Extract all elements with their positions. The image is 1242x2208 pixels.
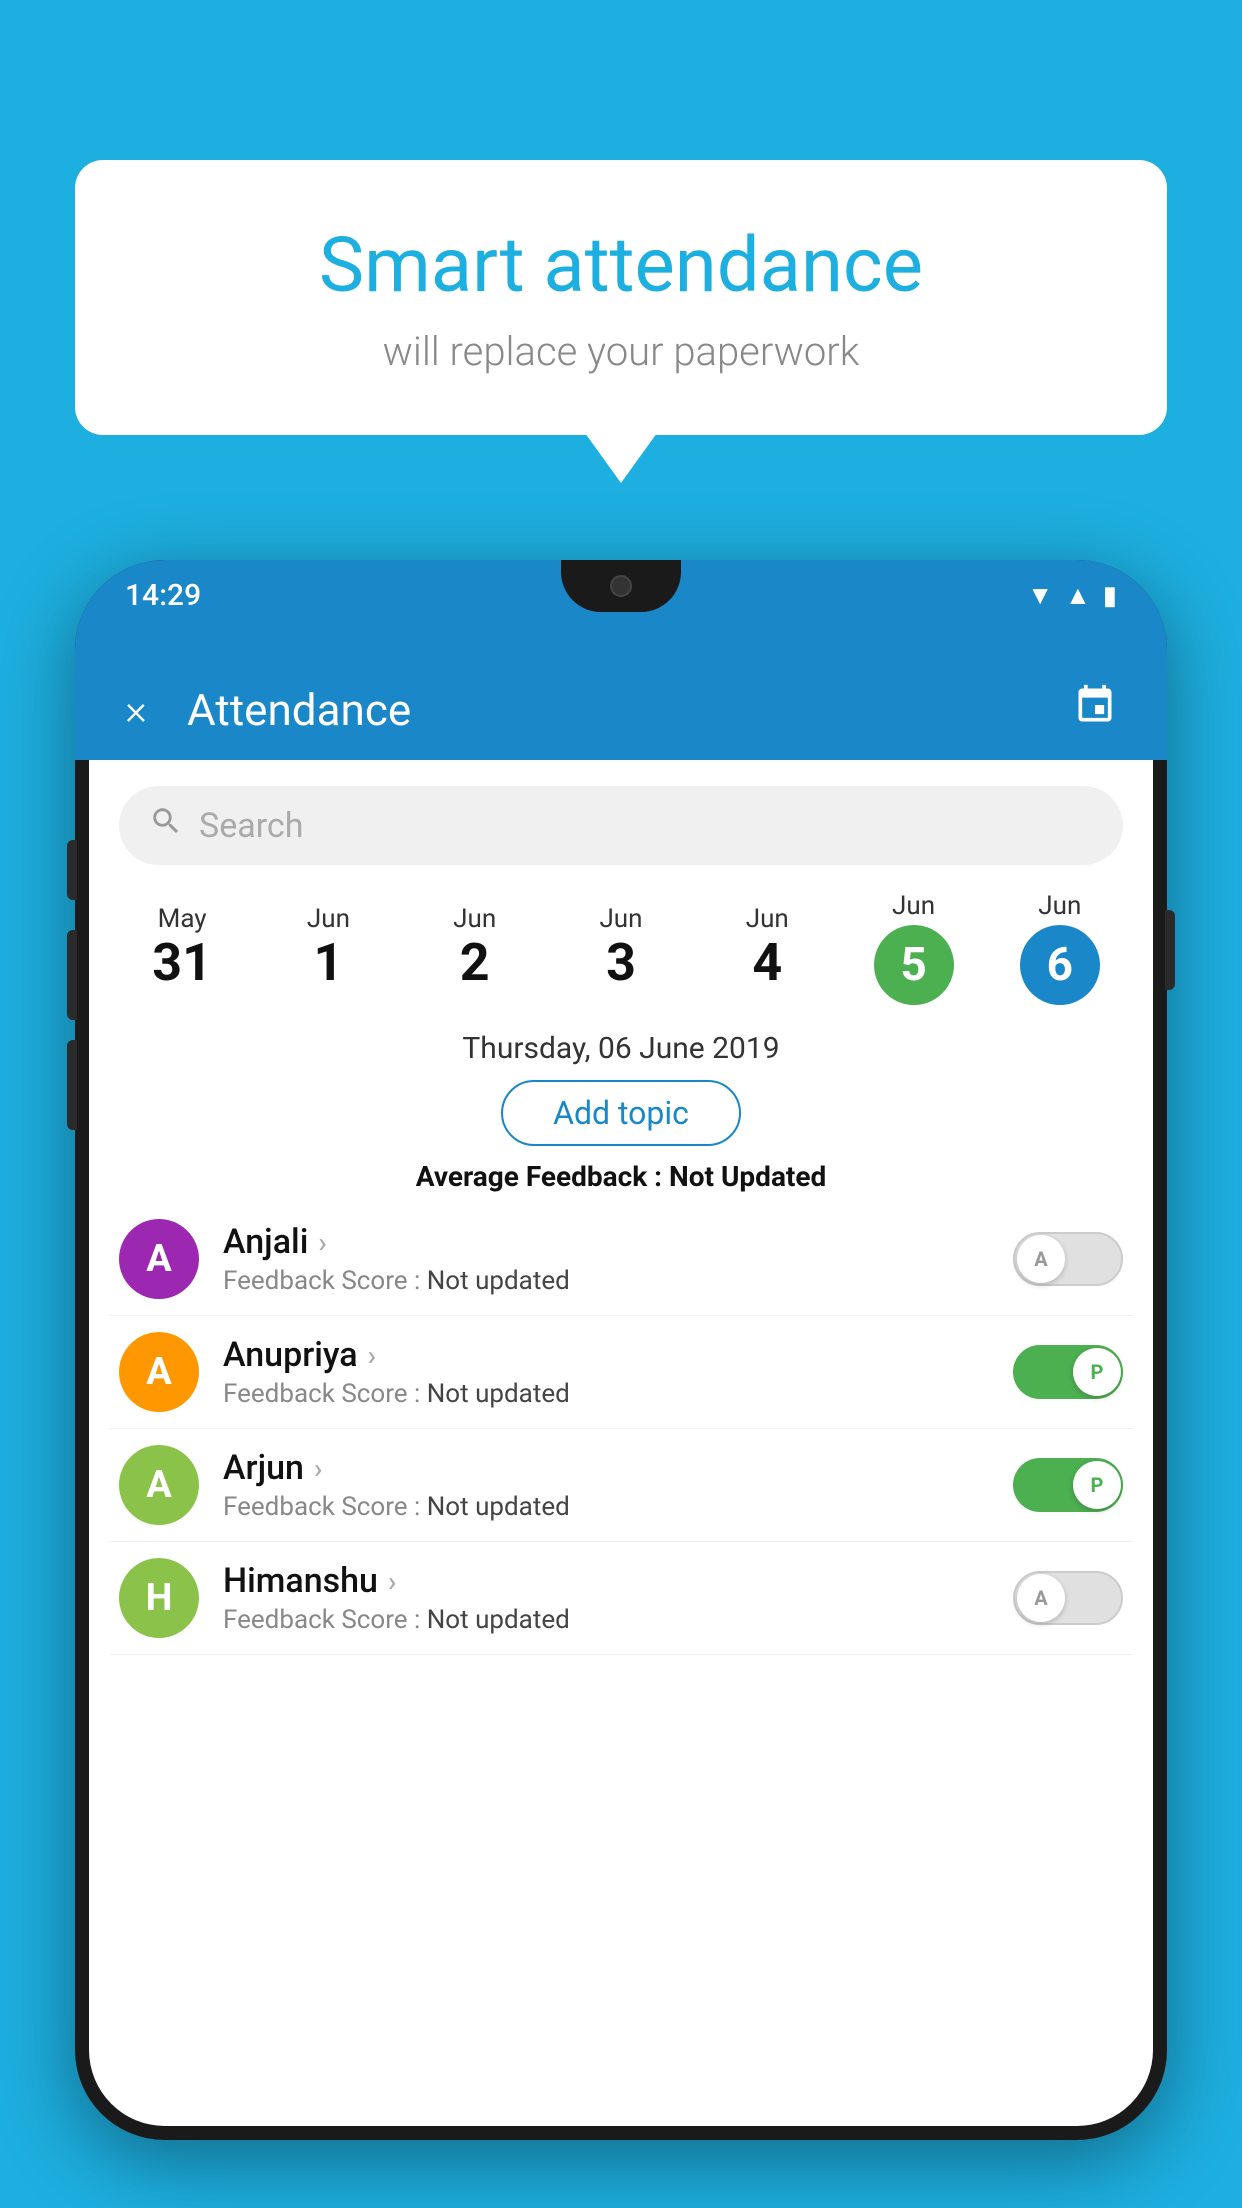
phone-screen: Search May 31 Jun 1 Jun 2 bbox=[89, 760, 1153, 2126]
app-header: × Attendance bbox=[75, 660, 1167, 760]
student-item[interactable]: A Anupriya › Feedback Score : Not update… bbox=[109, 1316, 1133, 1429]
battery-icon: ▮ bbox=[1103, 581, 1117, 611]
student-info: Arjun › Feedback Score : Not updated bbox=[223, 1448, 1013, 1522]
close-button[interactable]: × bbox=[125, 686, 147, 735]
student-name: Anupriya › bbox=[223, 1335, 1013, 1375]
camera-dot bbox=[610, 575, 632, 597]
header-title: Attendance bbox=[187, 684, 1073, 736]
student-name: Himanshu › bbox=[223, 1561, 1013, 1601]
wifi-icon: ▼ bbox=[1027, 580, 1053, 611]
phone-frame: 14:29 ▼ ▲ ▮ × Attendance bbox=[75, 560, 1167, 2140]
student-feedback: Feedback Score : Not updated bbox=[223, 1379, 1013, 1409]
student-info: Himanshu › Feedback Score : Not updated bbox=[223, 1561, 1013, 1635]
speech-bubble: Smart attendance will replace your paper… bbox=[75, 160, 1167, 435]
search-placeholder: Search bbox=[199, 806, 303, 846]
silent-button bbox=[67, 1040, 77, 1130]
volume-down-button bbox=[67, 930, 77, 1020]
student-name: Arjun › bbox=[223, 1448, 1013, 1488]
date-cell-jun6[interactable]: Jun 6 bbox=[987, 891, 1133, 1005]
student-info: Anjali › Feedback Score : Not updated bbox=[223, 1222, 1013, 1296]
notch-cutout bbox=[561, 560, 681, 612]
date-cell-jun3[interactable]: Jun 3 bbox=[548, 904, 694, 991]
student-item[interactable]: A Anjali › Feedback Score : Not updated … bbox=[109, 1203, 1133, 1316]
chevron-right-icon: › bbox=[314, 1452, 322, 1485]
attendance-toggle[interactable]: P bbox=[1013, 1458, 1123, 1512]
chevron-right-icon: › bbox=[318, 1226, 326, 1259]
calendar-icon[interactable] bbox=[1073, 683, 1117, 737]
volume-up-button bbox=[67, 840, 77, 900]
avatar: A bbox=[119, 1332, 199, 1412]
date-cell-jun2[interactable]: Jun 2 bbox=[402, 904, 548, 991]
student-info: Anupriya › Feedback Score : Not updated bbox=[223, 1335, 1013, 1409]
selected-date: Thursday, 06 June 2019 bbox=[109, 1031, 1133, 1066]
student-feedback: Feedback Score : Not updated bbox=[223, 1605, 1013, 1635]
chevron-right-icon: › bbox=[368, 1339, 376, 1372]
attendance-toggle[interactable]: P bbox=[1013, 1345, 1123, 1399]
date-cell-may31[interactable]: May 31 bbox=[109, 904, 255, 991]
attendance-toggle[interactable]: A bbox=[1013, 1571, 1123, 1625]
speech-bubble-container: Smart attendance will replace your paper… bbox=[75, 160, 1167, 435]
power-button bbox=[1165, 910, 1175, 990]
student-name: Anjali › bbox=[223, 1222, 1013, 1262]
status-icons: ▼ ▲ ▮ bbox=[1027, 580, 1117, 611]
speech-bubble-title: Smart attendance bbox=[145, 220, 1097, 310]
phone-container: 14:29 ▼ ▲ ▮ × Attendance bbox=[75, 560, 1167, 2208]
chevron-right-icon: › bbox=[388, 1565, 396, 1598]
student-feedback: Feedback Score : Not updated bbox=[223, 1266, 1013, 1296]
attendance-toggle[interactable]: A bbox=[1013, 1232, 1123, 1286]
avatar: H bbox=[119, 1558, 199, 1638]
info-section: Thursday, 06 June 2019 Add topic Average… bbox=[89, 1015, 1153, 1203]
date-cell-jun1[interactable]: Jun 1 bbox=[255, 904, 401, 991]
student-item[interactable]: H Himanshu › Feedback Score : Not update… bbox=[109, 1542, 1133, 1655]
date-cell-jun4[interactable]: Jun 4 bbox=[694, 904, 840, 991]
avatar: A bbox=[119, 1219, 199, 1299]
student-item[interactable]: A Arjun › Feedback Score : Not updated P bbox=[109, 1429, 1133, 1542]
date-cell-jun5[interactable]: Jun 5 bbox=[840, 891, 986, 1005]
avg-feedback: Average Feedback : Not Updated bbox=[109, 1160, 1133, 1193]
status-time: 14:29 bbox=[125, 578, 201, 613]
student-feedback: Feedback Score : Not updated bbox=[223, 1492, 1013, 1522]
avatar: A bbox=[119, 1445, 199, 1525]
search-icon bbox=[149, 804, 183, 847]
date-row: May 31 Jun 1 Jun 2 Jun 3 bbox=[89, 881, 1153, 1015]
speech-bubble-subtitle: will replace your paperwork bbox=[145, 328, 1097, 375]
add-topic-button[interactable]: Add topic bbox=[501, 1080, 741, 1146]
student-list: A Anjali › Feedback Score : Not updated … bbox=[89, 1203, 1153, 1655]
signal-icon: ▲ bbox=[1065, 580, 1091, 611]
search-bar[interactable]: Search bbox=[119, 786, 1123, 865]
